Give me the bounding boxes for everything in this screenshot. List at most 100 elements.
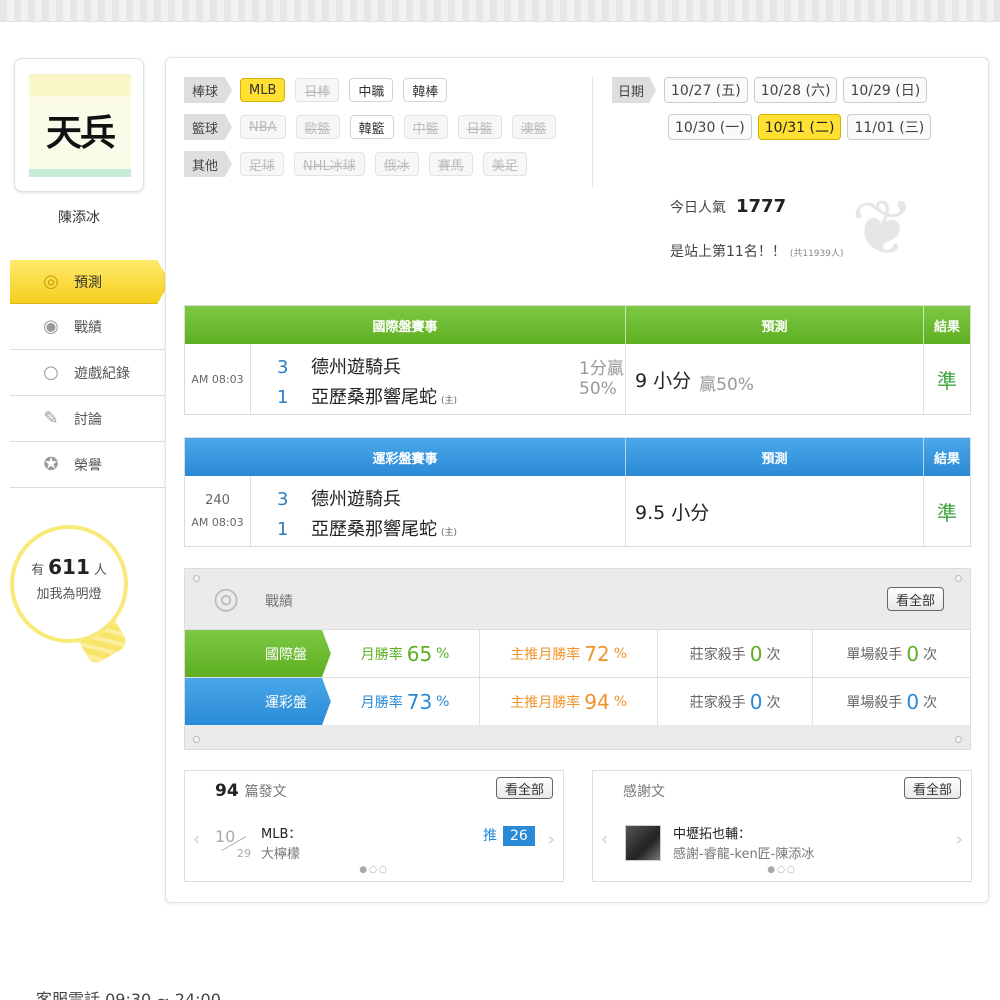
game-time: AM 08:03 <box>191 516 244 529</box>
pagination-dots[interactable]: ●○○ <box>185 865 563 875</box>
banker-killer-count: 0 <box>749 641 763 666</box>
filter-row-basketball: 籃球 NBA 歐籃 韓籃 中籃 日籃 澳籃 <box>184 113 566 141</box>
table-header: 結果 <box>933 451 960 467</box>
result: 準 <box>937 368 957 393</box>
filter-row-baseball: 棒球 MLB 日棒 中職 韓棒 <box>184 76 566 104</box>
filter-chip-euro[interactable]: 歐籃 <box>295 115 340 139</box>
author-avatar[interactable] <box>625 825 661 861</box>
sidebar-item-label: 戰績 <box>74 319 102 336</box>
chevron-right-icon[interactable]: › <box>956 829 963 850</box>
chevron-left-icon[interactable]: ‹ <box>601 829 608 850</box>
chevron-right-icon[interactable]: › <box>548 829 555 850</box>
sidebar-item-predict[interactable]: ◎ 預測 <box>10 260 170 304</box>
posts-card: 94 篇發文 看全部 ‹ › 10 29 MLB： 大檸檬 推 26 ●○○ <box>184 770 564 882</box>
pen-icon: ✎ <box>43 408 59 429</box>
filter-chip-kbl[interactable]: 韓籃 <box>349 115 394 139</box>
filter-chip-nbl[interactable]: 澳籃 <box>511 115 556 139</box>
table-row[interactable]: 240 AM 08:03 3 德州遊騎兵 1 亞歷桑那響尾蛇 (主) 9.5 小分 準 <box>185 476 970 546</box>
table-row[interactable]: AM 08:03 3 德州遊騎兵 1 亞歷桑那響尾蛇 (主) 1分贏50% 9 小分贏… <box>185 344 970 414</box>
mascot-decoration-icon: ❦ <box>851 183 915 272</box>
team-home: 1 亞歷桑那響尾蛇 (主) <box>277 519 458 540</box>
game-time: AM 08:03 <box>191 372 244 386</box>
sidebar-item-label: 預測 <box>74 274 102 291</box>
filter-chip-jbl[interactable]: 日籃 <box>457 115 502 139</box>
chevron-left-icon[interactable]: ‹ <box>193 829 200 850</box>
banker-killer-count: 0 <box>749 689 763 714</box>
divider <box>592 76 593 188</box>
popularity-value: 1777 <box>736 196 787 217</box>
top-decorative-border <box>0 0 1000 22</box>
popularity: 今日人氣 1777 <box>670 196 786 217</box>
filter-chip-khl[interactable]: 俄冰 <box>374 152 419 176</box>
view-all-stats-button[interactable]: 看全部 <box>886 587 944 611</box>
prediction: 9 小分 贏50% <box>626 344 924 414</box>
filter-chip-kbo[interactable]: 韓棒 <box>403 78 448 102</box>
month-win-rate: 65 <box>406 641 433 666</box>
stats-tag: 運彩盤 <box>185 678 331 725</box>
filter-chip-horse[interactable]: 賽馬 <box>428 152 473 176</box>
filter-chip-nhl[interactable]: NHL冰球 <box>294 152 365 176</box>
intl-game-table: 國際盤賽事 預測 結果 AM 08:03 3 德州遊騎兵 1 亞歷桑那響尾蛇 (主) … <box>184 305 971 415</box>
stats-panel: ◎ 戰績 看全部 國際盤 月勝率 65% 主推月勝率 72% 莊家殺手 0 次 單場殺手… <box>184 568 971 750</box>
table-header: 國際盤賽事 <box>185 306 626 344</box>
date-chip[interactable]: 10/30 (一) <box>668 114 752 140</box>
thanks-text: 感謝-睿龍-ken匠-陳添冰 <box>673 847 815 862</box>
sidebar-item-record[interactable]: ◉ 戰績 <box>10 304 165 350</box>
sidebar-item-game-history[interactable]: ○ 遊戲紀錄 <box>10 350 165 396</box>
sidebar-nav: ◎ 預測 ◉ 戰績 ○ 遊戲紀錄 ✎ 討論 ✪ 榮譽 <box>10 260 170 488</box>
avatar[interactable]: 天兵 <box>14 58 144 192</box>
target-icon: ◎ <box>213 581 240 616</box>
thanks-author[interactable]: 中壢拓也輔： <box>673 823 751 842</box>
pagination-dots[interactable]: ●○○ <box>593 865 971 875</box>
main-win-rate: 72 <box>584 641 610 666</box>
game-number: 240 <box>205 493 230 508</box>
view-all-thanks-button[interactable]: 看全部 <box>903 777 961 799</box>
table-header: 預測 <box>626 438 924 476</box>
sport-filters: 棒球 MLB 日棒 中職 韓棒 籃球 NBA 歐籃 韓籃 中籃 日籃 澳籃 其他… <box>184 76 566 187</box>
sidebar-item-discussion[interactable]: ✎ 討論 <box>10 396 165 442</box>
sidebar-item-honor[interactable]: ✪ 榮譽 <box>10 442 165 488</box>
avatar-image: 天兵 <box>29 74 131 177</box>
username: 陳添冰 <box>58 210 100 226</box>
filter-chip-cba[interactable]: 中籃 <box>403 115 448 139</box>
filter-row-other: 其他 足球 NHL冰球 俄冰 賽馬 美足 <box>184 150 566 178</box>
follow-suffix: 人 <box>93 563 107 578</box>
date-chip[interactable]: 10/29 (日) <box>843 77 928 103</box>
filter-label: 籃球 <box>184 114 232 140</box>
team-home: 1 亞歷桑那響尾蛇 (主) <box>277 387 458 408</box>
filter-chip-nfl[interactable]: 美足 <box>482 152 527 176</box>
sidebar-item-label: 遊戲紀錄 <box>74 365 130 382</box>
date-chip[interactable]: 11/01 (三) <box>847 114 932 140</box>
date-chip[interactable]: 10/28 (六) <box>753 77 838 103</box>
main-panel: 棒球 MLB 日棒 中職 韓棒 籃球 NBA 歐籃 韓籃 中籃 日籃 澳籃 其他… <box>165 57 989 903</box>
single-killer-count: 0 <box>906 689 920 714</box>
post-title[interactable]: MLB： <box>261 823 301 842</box>
table-header: 預測 <box>626 306 924 344</box>
filter-chip-npb[interactable]: 日棒 <box>295 78 340 102</box>
ring-icon: ○ <box>43 362 59 383</box>
lottery-game-table: 運彩盤賽事 預測 結果 240 AM 08:03 3 德州遊騎兵 1 亞歷桑那響尾蛇… <box>184 437 971 547</box>
table-header: 結果 <box>933 319 960 335</box>
filter-chip-cpbl[interactable]: 中職 <box>349 78 394 102</box>
stats-row-intl: 國際盤 月勝率 65% 主推月勝率 72% 莊家殺手 0 次 單場殺手 0 次 <box>185 629 970 677</box>
thanks-title: 感謝文 <box>623 784 665 800</box>
spread: 1分贏50% <box>579 359 624 399</box>
view-all-posts-button[interactable]: 看全部 <box>495 777 553 799</box>
filter-label: 其他 <box>184 151 232 177</box>
month-win-rate: 73 <box>406 689 433 714</box>
single-killer-count: 0 <box>906 641 920 666</box>
record-icon: ◉ <box>43 316 59 337</box>
lightbulb-follow-widget[interactable]: 有 611 人 加我為明燈 <box>10 525 128 643</box>
prediction: 9.5 小分 <box>626 476 924 546</box>
stats-row-lottery: 運彩盤 月勝率 73% 主推月勝率 94% 莊家殺手 0 次 單場殺手 0 次 <box>185 677 970 725</box>
filter-chip-soccer[interactable]: 足球 <box>240 152 285 176</box>
team-away: 3 德州遊騎兵 <box>277 489 401 510</box>
sidebar-item-label: 討論 <box>74 411 102 428</box>
thanks-card: 感謝文 看全部 ‹ › 中壢拓也輔： 感謝-睿龍-ken匠-陳添冰 ●○○ <box>592 770 972 882</box>
date-chip-selected[interactable]: 10/31 (二) <box>757 114 842 140</box>
follow-prefix: 有 <box>31 563 45 578</box>
filter-chip-mlb[interactable]: MLB <box>240 78 286 102</box>
date-chip[interactable]: 10/27 (五) <box>664 77 748 103</box>
filter-chip-nba[interactable]: NBA <box>240 115 286 139</box>
filter-label: 棒球 <box>184 77 232 103</box>
